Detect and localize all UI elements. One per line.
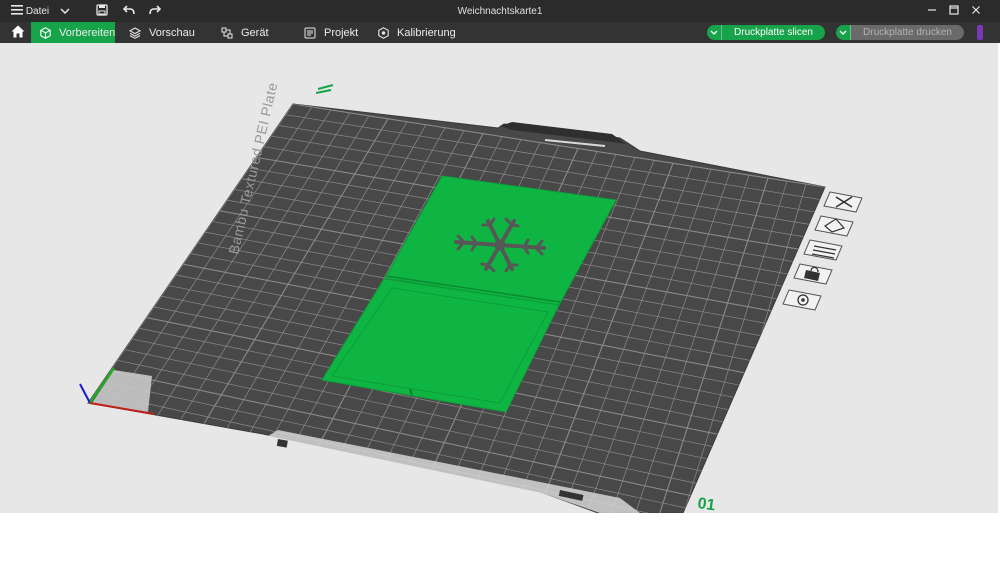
tab-calibration-label: Kalibrierung bbox=[397, 26, 456, 39]
tab-prepare-label: Vorbereiten bbox=[59, 26, 116, 39]
plate-qr-mark bbox=[276, 439, 288, 448]
sidebar-toggle[interactable] bbox=[977, 25, 983, 40]
undo-icon bbox=[122, 4, 135, 18]
save-button[interactable] bbox=[93, 0, 111, 22]
save-icon bbox=[96, 3, 108, 19]
plate-tool-lock[interactable] bbox=[793, 263, 833, 285]
tab-project[interactable]: Projekt bbox=[304, 22, 358, 43]
tab-project-label: Projekt bbox=[324, 26, 359, 39]
slice-plate-label: Druckplatte slicen bbox=[734, 27, 813, 38]
layers-icon bbox=[129, 26, 141, 39]
slice-plate-button[interactable]: Druckplatte slicen bbox=[707, 25, 825, 40]
plate-number: 01 bbox=[696, 495, 716, 513]
redo-icon bbox=[149, 4, 162, 18]
maximize-icon bbox=[949, 4, 959, 18]
main-tab-bar: Vorbereiten Vorschau Gerät Projekt Kalib… bbox=[0, 22, 1000, 43]
z-axis bbox=[79, 383, 91, 404]
plate-tool-arrange[interactable] bbox=[814, 215, 854, 237]
plate-tool-orient[interactable] bbox=[803, 239, 843, 261]
close-button[interactable] bbox=[966, 0, 986, 22]
home-icon bbox=[11, 25, 25, 41]
print-plate-label: Druckplatte drucken bbox=[851, 25, 964, 40]
close-icon bbox=[971, 5, 981, 18]
tab-calibration[interactable]: Kalibrierung bbox=[378, 22, 456, 43]
menu-chevron-button[interactable] bbox=[56, 0, 74, 22]
print-dropdown-toggle[interactable] bbox=[836, 25, 851, 40]
window-title: Weichnachtskarte1 bbox=[457, 5, 543, 17]
plate-tool-delete[interactable] bbox=[823, 191, 863, 213]
maximize-button[interactable] bbox=[944, 0, 964, 22]
plate-edit-mark bbox=[315, 84, 334, 94]
undo-button[interactable] bbox=[120, 0, 138, 22]
app-window: Datei Weichnachtskarte1 Vorbereiten Vors… bbox=[0, 0, 1000, 513]
minimize-button[interactable] bbox=[922, 0, 942, 22]
slice-dropdown-toggle[interactable] bbox=[707, 25, 722, 40]
tab-preview-label: Vorschau bbox=[149, 26, 195, 39]
plate-tool-settings[interactable] bbox=[782, 289, 822, 311]
tab-prepare[interactable]: Vorbereiten bbox=[31, 22, 115, 43]
tab-preview[interactable]: Vorschau bbox=[129, 22, 195, 43]
minimize-icon bbox=[927, 5, 937, 18]
chevron-down-icon bbox=[839, 30, 847, 35]
redo-button[interactable] bbox=[146, 0, 164, 22]
print-plate-button[interactable]: Druckplatte drucken bbox=[836, 25, 964, 40]
project-icon bbox=[304, 27, 316, 39]
3d-viewport[interactable]: Bambu Textured PEI Plate 01 bbox=[0, 43, 998, 513]
calibration-icon bbox=[378, 26, 389, 39]
file-menu-button[interactable]: Datei bbox=[10, 0, 50, 22]
tab-device-label: Gerät bbox=[241, 26, 269, 39]
cube-icon bbox=[40, 26, 51, 39]
file-menu-label: Datei bbox=[25, 5, 50, 17]
device-icon bbox=[221, 27, 233, 39]
hamburger-icon bbox=[10, 4, 23, 18]
title-bar: Datei Weichnachtskarte1 bbox=[0, 0, 1000, 22]
chevron-down-icon bbox=[710, 30, 718, 35]
home-button[interactable] bbox=[5, 22, 30, 43]
chevron-down-icon bbox=[60, 5, 70, 17]
tab-device[interactable]: Gerät bbox=[221, 22, 269, 43]
